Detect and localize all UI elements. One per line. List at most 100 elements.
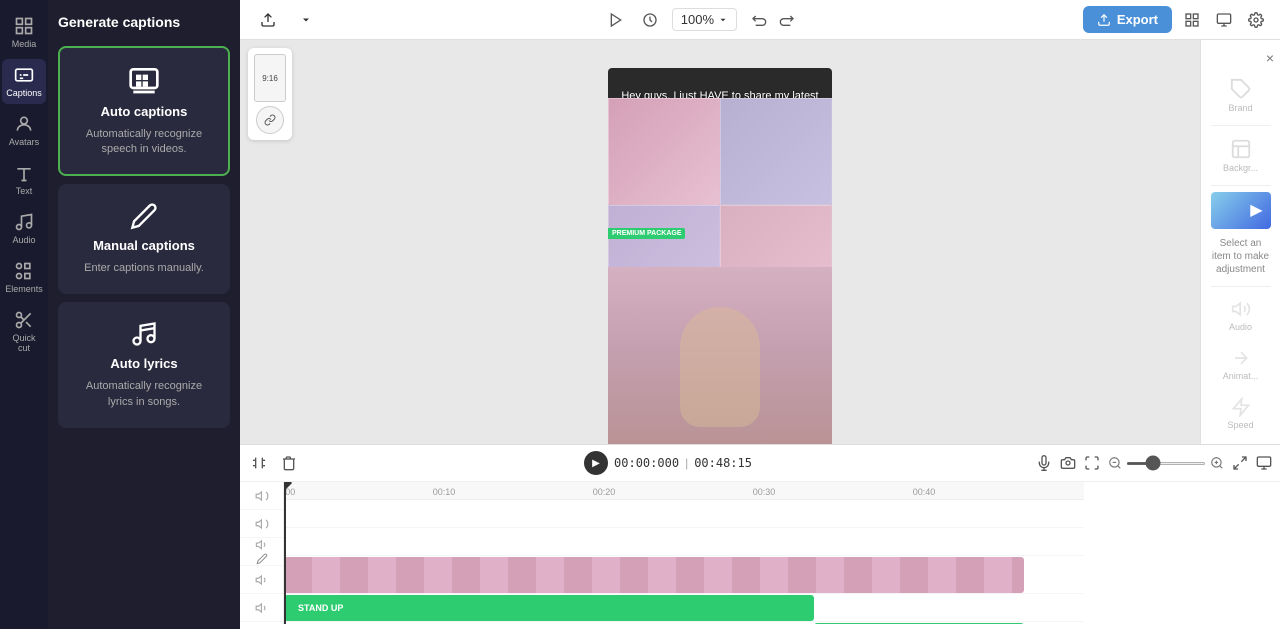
- export-icon: [1097, 13, 1111, 27]
- camera-button[interactable]: [1060, 455, 1076, 471]
- dropdown-button[interactable]: [292, 10, 320, 30]
- mic-button[interactable]: [1036, 455, 1052, 471]
- smart-arrow-icon: ▶: [1250, 200, 1262, 220]
- export-button[interactable]: Export: [1083, 6, 1172, 33]
- auto-captions-option[interactable]: Auto captions Automatically recognize sp…: [58, 46, 230, 176]
- sidebar-label-audio: Audio: [12, 235, 35, 245]
- total-time: 00:48:15: [694, 456, 752, 470]
- captions-panel: Generate captions Auto captions Automati…: [48, 0, 240, 629]
- auto-lyrics-option[interactable]: Auto lyrics Automatically recognize lyri…: [58, 302, 230, 428]
- sidebar: Media Captions Avatars Text Audio Elemen…: [0, 0, 48, 629]
- timeline-ruler: 00:00 00:10 00:20 00:30 00:40: [284, 482, 1084, 500]
- split-button[interactable]: [248, 452, 270, 474]
- present-button[interactable]: [1256, 455, 1272, 471]
- timeline-area: ▶ 00:00:000 | 00:48:15: [240, 444, 1280, 629]
- track-row-video: [284, 556, 1084, 594]
- right-panel-speed: Speed: [1206, 391, 1276, 436]
- delete-clip-button[interactable]: [278, 452, 300, 474]
- audio-section-label: Audio: [1229, 322, 1252, 332]
- separator-2: [1211, 185, 1271, 186]
- undo-redo-group: [747, 8, 799, 32]
- manual-captions-title: Manual captions: [93, 238, 195, 253]
- sidebar-item-avatars[interactable]: Avatars: [2, 108, 46, 153]
- timeline-zoom-input[interactable]: [1126, 462, 1206, 465]
- undo-button[interactable]: [747, 8, 771, 32]
- background-icon: [1230, 138, 1252, 160]
- manual-captions-option[interactable]: Manual captions Enter captions manually.: [58, 184, 230, 294]
- aspect-ratio-916[interactable]: 9:16: [254, 54, 286, 102]
- sidebar-item-quickcut[interactable]: Quick cut: [2, 304, 46, 359]
- audio-icon: [1231, 299, 1251, 319]
- track-label-audio2: [240, 594, 283, 622]
- ruler-mark-20: 00:20: [593, 487, 616, 497]
- aspect-link-button[interactable]: [256, 106, 284, 134]
- playhead: [284, 482, 286, 624]
- timeline-tracks: 00:00 00:10 00:20 00:30 00:40: [240, 482, 1280, 624]
- animate-icon: [1231, 348, 1251, 368]
- track-label-vol2: [240, 510, 283, 538]
- track-row-vol1: [284, 500, 1084, 528]
- premium-badge: PREMIUM PACKAGE: [608, 228, 685, 239]
- speed-icon: [1231, 397, 1251, 417]
- upload-button[interactable]: [252, 8, 284, 32]
- video-preview: Hey guys, I just HAVE to share my latest…: [608, 68, 832, 444]
- aspect-ratio-panel: 9:16: [248, 48, 292, 140]
- track-row-vol2: [284, 528, 1084, 556]
- sidebar-label-quickcut: Quick cut: [6, 333, 42, 353]
- track-labels: [240, 482, 284, 624]
- auto-lyrics-desc: Automatically recognize lyrics in songs.: [72, 379, 216, 410]
- smart-item-preview: ▶: [1211, 192, 1271, 230]
- current-time: 00:00:000: [614, 456, 679, 470]
- play-mode-button[interactable]: [604, 8, 628, 32]
- timeline-right-controls: [1036, 455, 1272, 471]
- track-label-video: [240, 538, 283, 566]
- zoom-selector[interactable]: 100%: [672, 8, 737, 31]
- fit-button[interactable]: [1084, 455, 1100, 471]
- zoom-in-icon: [1210, 456, 1224, 470]
- time-divider: |: [685, 456, 688, 470]
- play-button[interactable]: ▶: [584, 451, 608, 475]
- brand-label: Brand: [1228, 103, 1252, 113]
- audio-clip-1[interactable]: STAND UP: [284, 595, 814, 621]
- zoom-slider: [1108, 456, 1224, 470]
- sidebar-item-media[interactable]: Media: [2, 10, 46, 55]
- auto-lyrics-title: Auto lyrics: [110, 356, 177, 371]
- ruler-mark-30: 00:30: [753, 487, 776, 497]
- sidebar-item-captions[interactable]: Captions: [2, 59, 46, 104]
- right-panel-animate: Animat...: [1206, 342, 1276, 387]
- export-label: Export: [1117, 12, 1158, 27]
- sidebar-item-elements[interactable]: Elements: [2, 255, 46, 300]
- auto-captions-desc: Automatically recognize speech in videos…: [72, 127, 216, 158]
- sidebar-item-audio[interactable]: Audio: [2, 206, 46, 251]
- video-person-area: [608, 267, 832, 444]
- toolbar-controls: 100%: [604, 8, 799, 32]
- settings-button[interactable]: [1244, 8, 1268, 32]
- ruler-mark-40: 00:40: [913, 487, 936, 497]
- grid-cell-1: [608, 98, 720, 205]
- layout-button[interactable]: [1212, 8, 1236, 32]
- redo-button[interactable]: [775, 8, 799, 32]
- right-panel-brand: Brand: [1206, 72, 1276, 119]
- audio-clip-2[interactable]: STAND UP: [814, 623, 1024, 624]
- captions-panel-title: Generate captions: [58, 10, 230, 38]
- brand-button[interactable]: [1180, 8, 1204, 32]
- person-silhouette: [680, 307, 760, 427]
- main-area: 100%: [240, 0, 1280, 629]
- canvas-right-row: 9:16 Hey guys, I just HAVE to share my l…: [240, 40, 1280, 444]
- sidebar-label-captions: Captions: [6, 88, 42, 98]
- tracks-scroll-area[interactable]: 00:00 00:10 00:20 00:30 00:40: [284, 482, 1280, 624]
- right-panel-background: Backgr...: [1206, 132, 1276, 179]
- right-panel: × Brand Backgr... ▶ Se: [1200, 40, 1280, 444]
- timer-button[interactable]: [638, 8, 662, 32]
- ruler-mark-10: 00:10: [433, 487, 456, 497]
- sidebar-item-text[interactable]: Text: [2, 157, 46, 202]
- fullscreen-button[interactable]: [1232, 455, 1248, 471]
- track-row-audio1: STAND UP: [284, 594, 1084, 622]
- video-clip[interactable]: [284, 557, 1024, 593]
- top-toolbar: 100%: [240, 0, 1280, 40]
- timeline-playback-controls: ▶ 00:00:000 | 00:48:15: [584, 451, 752, 475]
- separator-3: [1211, 286, 1271, 287]
- right-panel-close-button[interactable]: ×: [1264, 48, 1276, 68]
- tracks-body: STAND UP STAND UP: [284, 500, 1084, 624]
- background-label: Backgr...: [1223, 163, 1258, 173]
